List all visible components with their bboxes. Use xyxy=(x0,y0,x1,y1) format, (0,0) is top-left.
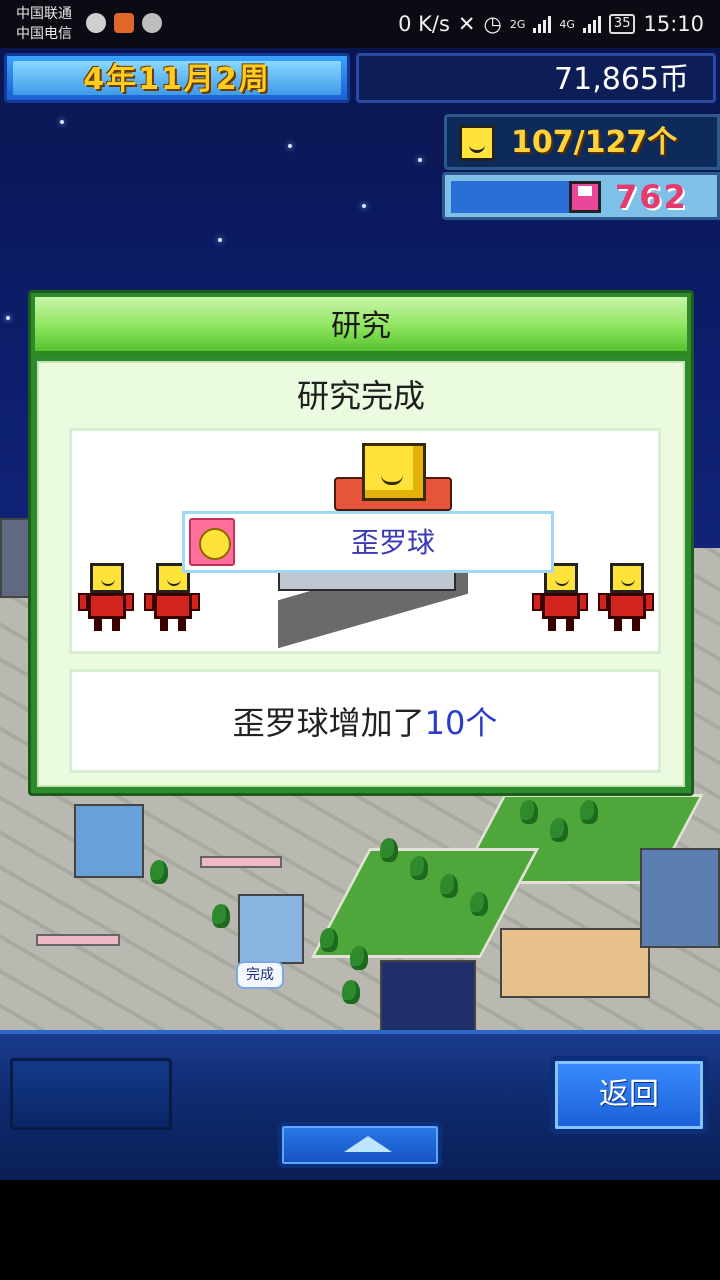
tree xyxy=(410,856,428,880)
game-screen: 中国联通 中国电信 0 K/s ✕ ◷ 2G 4G 35 15:10 完成 4年… xyxy=(0,0,720,1280)
expand-menu-button[interactable] xyxy=(278,1122,442,1168)
tree xyxy=(440,874,458,898)
video-app-icon xyxy=(114,13,134,33)
smiley-icon xyxy=(189,518,235,566)
research-points-panel[interactable]: 762 xyxy=(442,172,720,220)
network-4g-label: 4G xyxy=(559,17,575,31)
network-speed: 0 K/s xyxy=(398,12,450,36)
bottom-bar: 返回 xyxy=(0,1030,720,1180)
building[interactable] xyxy=(74,804,144,878)
research-bar xyxy=(451,181,569,213)
carrier-1: 中国联通 xyxy=(16,6,72,22)
tree xyxy=(520,800,538,824)
carrier-2: 中国电信 xyxy=(16,26,72,42)
kairobot-mascot xyxy=(598,559,654,633)
research-dialog: 研究 研究完成 歪罗球 歪罗球增加了10个 xyxy=(28,290,694,796)
population-panel[interactable]: 107/127个 xyxy=(444,114,720,170)
star xyxy=(60,120,64,124)
population-label: 107/127个 xyxy=(511,125,678,160)
mute-icon: ✕ xyxy=(457,12,476,36)
app-notification-icon xyxy=(86,13,106,33)
wechat-icon xyxy=(142,13,162,33)
result-amount: 10个 xyxy=(424,704,498,742)
back-button[interactable]: 返回 xyxy=(550,1056,708,1134)
arrow-up-icon xyxy=(344,1136,392,1152)
result-text: 歪罗球增加了10个 xyxy=(72,702,658,744)
money-panel: 71,865币 xyxy=(356,53,716,103)
building[interactable] xyxy=(238,894,304,964)
alarm-icon: ◷ xyxy=(483,12,502,36)
tree xyxy=(150,860,168,884)
research-points-label: 762 xyxy=(615,178,688,216)
dialog-title: 研究 xyxy=(331,309,391,344)
item-name: 歪罗球 xyxy=(350,526,435,559)
tree xyxy=(380,838,398,862)
shop-building[interactable] xyxy=(500,928,650,998)
kairobot-mascot xyxy=(78,559,134,633)
date-label: 4年11月2周 xyxy=(13,61,341,97)
star xyxy=(418,158,422,162)
tree xyxy=(580,800,598,824)
kairo-cube-icon xyxy=(362,443,426,501)
item-tag: 歪罗球 xyxy=(182,511,554,573)
floppy-disk-icon xyxy=(569,181,601,213)
black-area xyxy=(0,1180,720,1280)
tree xyxy=(320,928,338,952)
money-label: 71,865币 xyxy=(554,62,689,97)
progress-bar xyxy=(200,856,282,868)
tree xyxy=(470,892,488,916)
left-slot[interactable] xyxy=(10,1058,172,1130)
signal-1-icon xyxy=(533,15,552,33)
signal-2-icon xyxy=(582,15,601,33)
status-right: 0 K/s ✕ ◷ 2G 4G 35 15:10 xyxy=(398,10,704,38)
dialog-subtitle: 研究完成 xyxy=(296,377,425,415)
star xyxy=(288,144,292,148)
tree xyxy=(550,818,568,842)
done-badge[interactable]: 完成 xyxy=(236,961,284,989)
battery-icon: 35 xyxy=(608,14,636,34)
castle-building[interactable] xyxy=(380,960,476,1038)
kairobot-icon xyxy=(459,125,495,161)
status-bar: 中国联通 中国电信 0 K/s ✕ ◷ 2G 4G 35 15:10 xyxy=(0,0,720,48)
tree xyxy=(350,946,368,970)
dialog-header: 研究 xyxy=(35,297,687,355)
date-panel: 4年11月2周 xyxy=(4,53,350,103)
network-2g-label: 2G xyxy=(509,17,526,31)
clock: 15:10 xyxy=(643,12,704,36)
building[interactable] xyxy=(640,848,720,948)
result-box: 歪罗球增加了10个 xyxy=(69,669,661,773)
tree xyxy=(342,980,360,1004)
tree xyxy=(212,904,230,928)
back-label: 返回 xyxy=(599,1077,659,1112)
result-prefix: 歪罗球增加了 xyxy=(232,704,425,742)
progress-bar xyxy=(36,934,120,946)
star xyxy=(218,238,222,242)
star xyxy=(6,316,10,320)
research-showcase: 歪罗球 xyxy=(69,428,661,654)
dialog-body: 研究完成 歪罗球 歪罗球增加了10个 xyxy=(37,361,685,787)
star xyxy=(362,204,366,208)
